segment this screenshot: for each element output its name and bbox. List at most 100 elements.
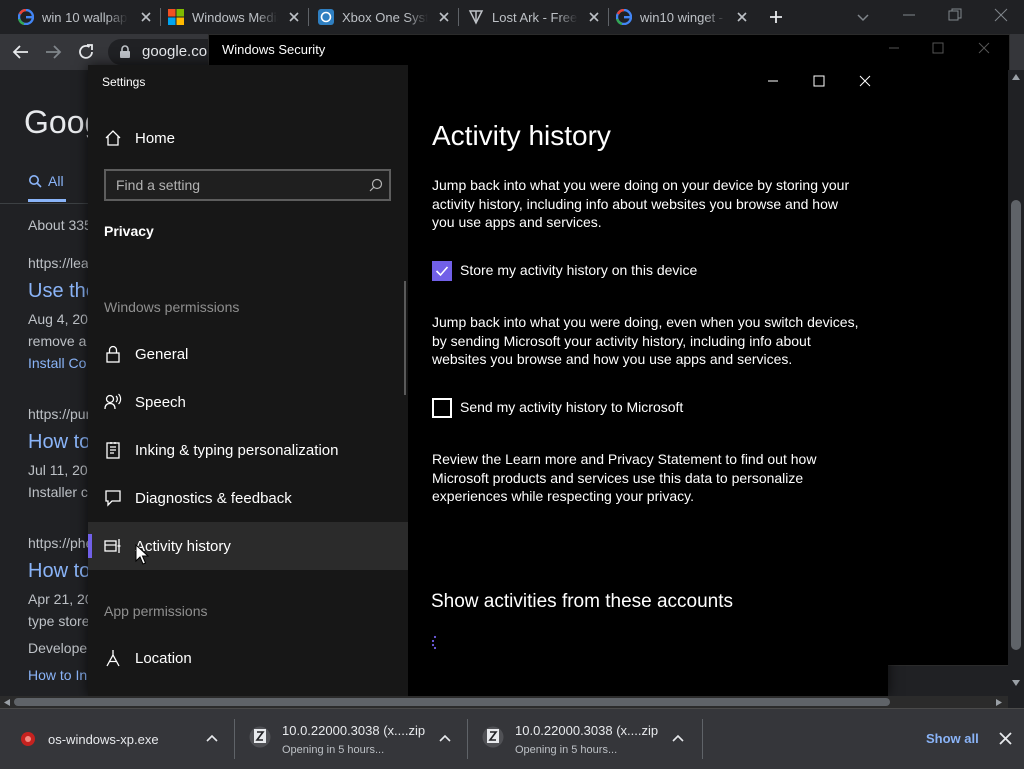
send-history-checkbox[interactable] [432, 398, 452, 418]
nav-item-inking[interactable]: Inking & typing personalization [88, 426, 408, 474]
download-item[interactable]: 10.0.22000.3038 (x....zip Opening in 5 h… [468, 709, 702, 769]
settings-nav-pane: Settings Home Find a setting Privacy Win… [88, 65, 408, 696]
group-heading: App permissions [104, 603, 208, 619]
nav-item-diagnostics[interactable]: Diagnostics & feedback [88, 474, 408, 522]
result-date: Apr 21, 20 [28, 591, 88, 607]
browser-tab-4[interactable]: Lost Ark - Free [450, 0, 608, 34]
result-title-link[interactable]: How to [28, 560, 88, 583]
checkbox-label[interactable]: Store my activity history on this device [460, 262, 697, 278]
search-input[interactable]: Find a setting [104, 169, 391, 201]
lock-icon [106, 345, 120, 363]
tab-title: Lost Ark - Free [492, 9, 578, 25]
chevron-up-icon[interactable] [672, 734, 684, 742]
nav-item-speech[interactable]: Speech [88, 378, 408, 426]
checkmark-icon [435, 266, 449, 277]
scrollbar-thumb[interactable] [1011, 200, 1021, 650]
scrollbar-thumb[interactable] [14, 698, 890, 706]
download-item[interactable]: os-windows-xp.exe [0, 709, 234, 769]
home-icon [105, 130, 121, 146]
download-filename: 10.0.22000.3038 (x....zip [282, 723, 426, 738]
result-sublink[interactable]: How to In [28, 667, 87, 683]
tab-search-icon[interactable] [856, 10, 870, 24]
result-snippet: Installer c [28, 484, 88, 500]
speech-icon [104, 393, 122, 410]
result-count: About 335 [28, 217, 88, 233]
location-icon [106, 650, 120, 667]
chevron-up-icon[interactable] [206, 734, 218, 742]
scroll-left-icon[interactable] [4, 699, 10, 706]
scroll-up-icon[interactable] [1012, 74, 1020, 80]
minimize-icon[interactable] [888, 42, 900, 54]
forward-icon[interactable] [44, 43, 62, 61]
result-snippet: type store [28, 613, 88, 629]
feedback-icon [105, 490, 121, 507]
nav-item-label: Location [135, 649, 192, 667]
description: Jump back into what you were doing on yo… [432, 177, 850, 230]
nav-item-general[interactable]: General [88, 330, 408, 378]
tab-title: Xbox One Syste [342, 9, 428, 25]
result-title-link[interactable]: Use the [28, 280, 88, 303]
close-icon[interactable] [994, 8, 1008, 22]
tab-all[interactable]: All [48, 173, 64, 189]
close-shelf-icon[interactable] [999, 732, 1012, 745]
nav-item-label: Activity history [135, 537, 231, 555]
search-icon [29, 175, 42, 188]
download-item[interactable]: 10.0.22000.3038 (x....zip Opening in 5 h… [235, 709, 467, 769]
result-title-link[interactable]: How to [28, 431, 88, 454]
exe-file-icon [21, 732, 35, 746]
chevron-up-icon[interactable] [439, 734, 451, 742]
nav-home-label: Home [135, 129, 176, 147]
google-results-page: Goog All About 335 https://lea Use the A… [0, 70, 88, 696]
zip-file-icon [482, 726, 504, 748]
browser-tab-2[interactable]: Windows Media [150, 0, 308, 34]
browser-tab-5[interactable]: win10 winget - [598, 0, 756, 34]
maximize-icon[interactable] [813, 75, 825, 87]
download-status: Opening in 5 hours... [515, 744, 618, 756]
close-icon[interactable] [978, 42, 990, 54]
result-snippet: remove a [28, 333, 87, 349]
show-all-button[interactable]: Show all [926, 731, 979, 746]
result-sublink[interactable]: Install Co [28, 355, 86, 371]
result-date: Aug 4, 20 [28, 311, 88, 327]
browser-tab-3[interactable]: Xbox One Syste [300, 0, 458, 34]
download-filename: os-windows-xp.exe [48, 732, 159, 747]
divider [0, 203, 88, 204]
restore-icon[interactable] [948, 8, 962, 22]
selection-indicator [88, 534, 92, 558]
xbox-support-icon [318, 9, 334, 25]
nav-item-label: Diagnostics & feedback [135, 489, 292, 507]
nav-item-label: Inking & typing personalization [135, 441, 339, 459]
scroll-right-icon[interactable] [996, 699, 1002, 706]
tab-title: Windows Media [192, 9, 278, 25]
lock-icon[interactable] [119, 45, 131, 59]
nav-item-label: Speech [135, 393, 186, 411]
google-icon [616, 9, 632, 25]
new-tab-icon[interactable] [768, 9, 784, 25]
minimize-icon[interactable] [902, 8, 916, 22]
divider [702, 719, 703, 759]
timeline-icon [104, 539, 121, 553]
tab-all-indicator [28, 199, 66, 202]
browser-tab-1[interactable]: win 10 wallpape [0, 0, 160, 34]
nav-item-location[interactable]: Location [88, 634, 408, 682]
reload-icon[interactable] [77, 43, 95, 61]
back-icon[interactable] [12, 43, 30, 61]
nav-home[interactable]: Home [88, 114, 408, 162]
minimize-icon[interactable] [767, 75, 779, 87]
close-tab-icon[interactable] [734, 9, 750, 25]
download-shelf: os-windows-xp.exe 10.0.22000.3038 (x....… [0, 708, 1024, 769]
horizontal-scrollbar[interactable] [0, 696, 1008, 708]
scroll-down-icon[interactable] [1012, 680, 1020, 686]
browser-tab-strip: win 10 wallpape Windows Media Xbox One S… [0, 0, 1024, 34]
inking-icon [106, 442, 120, 459]
search-placeholder: Find a setting [116, 177, 201, 193]
window-title: Settings [102, 75, 146, 89]
vertical-scrollbar[interactable] [1008, 70, 1024, 696]
checkbox-label[interactable]: Send my activity history to Microsoft [460, 399, 683, 415]
search-icon[interactable] [369, 178, 383, 192]
maximize-icon[interactable] [932, 42, 944, 54]
lost-ark-icon [468, 10, 484, 25]
close-icon[interactable] [859, 75, 871, 87]
nav-scrollbar[interactable] [404, 281, 406, 395]
store-history-checkbox[interactable] [432, 261, 452, 281]
